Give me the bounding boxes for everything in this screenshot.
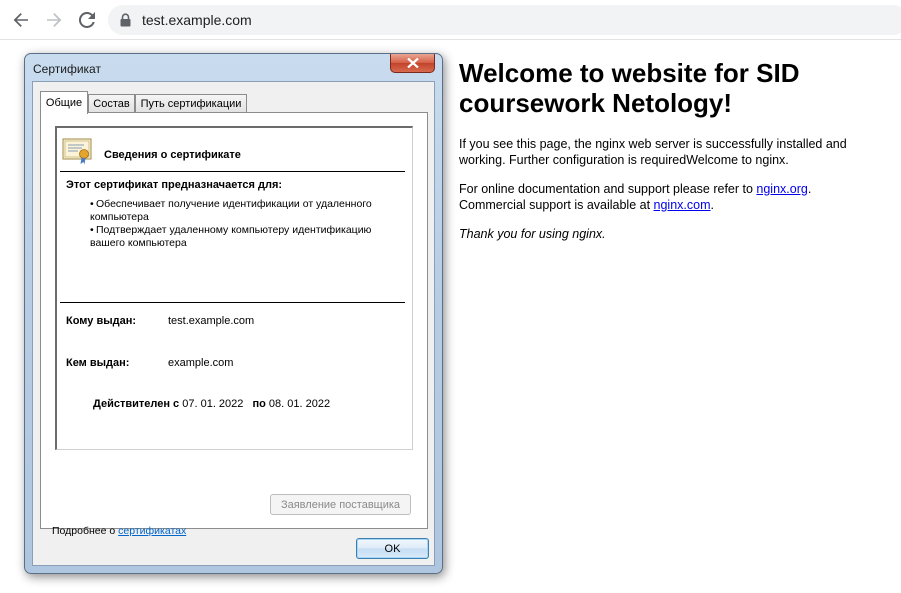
more-info-text: Подробнее о [52,525,119,537]
more-info: Подробнее о сертификатах [52,525,186,537]
support-text-1: For online documentation and support ple… [459,182,757,196]
certificate-dialog: Сертификат Общие Состав Путь сертификаци… [24,53,443,574]
divider [60,171,405,172]
purpose-text: Подтверждает удаленному компьютеру идент… [90,224,372,249]
purpose-item: • Подтверждает удаленному компьютеру иден… [90,224,372,249]
valid-from-value: 07. 01. 2022 [182,398,244,410]
browser-toolbar: test.example.com [0,0,901,40]
issued-to-value: test.example.com [168,315,255,327]
support-paragraph: For online documentation and support ple… [459,181,879,213]
valid-from-label: Действителен с [93,398,180,410]
certificate-info-heading: Сведения о сертификате [104,149,241,161]
validity-row: Действителен с 07. 01. 2022 по 08. 01. 2… [93,398,336,410]
valid-to-label: по [252,398,266,410]
url-text: test.example.com [142,12,252,28]
arrow-right-icon [47,13,62,27]
issuer-statement-button[interactable]: Заявление поставщика [270,494,411,515]
dialog-title: Сертификат [33,62,101,76]
purpose-item: • Обеспечивает получение идентификации от… [90,198,372,223]
nginx-com-link[interactable]: nginx.com [654,198,711,212]
close-icon [406,58,419,68]
issued-to-label: Кому выдан: [66,315,137,327]
tab-general[interactable]: Общие [40,91,88,114]
tab-certification-path[interactable]: Путь сертификации [135,94,247,113]
dialog-body: Общие Состав Путь сертификации Сведения … [32,81,435,566]
purpose-heading: Этот сертификат предназначается для: [66,179,283,191]
arrow-left-icon [13,13,28,27]
intro-paragraph: If you see this page, the nginx web serv… [459,137,847,167]
forward-button[interactable] [42,8,66,32]
support-text-3: . [710,198,714,212]
certificates-link[interactable]: сертификатах [118,525,186,537]
page-title: Welcome to website for SID coursework Ne… [459,58,800,118]
ok-button[interactable]: OK [356,538,429,559]
nginx-org-link[interactable]: nginx.org [756,182,807,196]
address-bar[interactable]: test.example.com [108,5,901,35]
tab-panel-general: Сведения о сертификате Этот сертификат п… [40,112,428,537]
thanks-paragraph: Thank you for using nginx. [459,227,606,241]
divider [60,302,405,303]
purpose-list: • Обеспечивает получение идентификации от… [90,198,400,250]
lock-icon [120,13,131,27]
close-button[interactable] [390,54,435,73]
back-button[interactable] [9,8,33,32]
reload-icon [79,12,95,28]
reload-button[interactable] [75,8,99,32]
certificate-icon [62,138,92,165]
issued-by-label: Кем выдан: [66,357,130,369]
purpose-text: Обеспечивает получение идентификации от … [90,198,372,223]
page-content: Welcome to website for SID coursework Ne… [459,58,879,241]
issued-by-value: example.com [168,357,234,369]
certificate-info-box: Сведения о сертификате Этот сертификат п… [55,126,413,450]
tab-details[interactable]: Состав [88,94,135,113]
valid-to-value: 08. 01. 2022 [268,398,331,410]
